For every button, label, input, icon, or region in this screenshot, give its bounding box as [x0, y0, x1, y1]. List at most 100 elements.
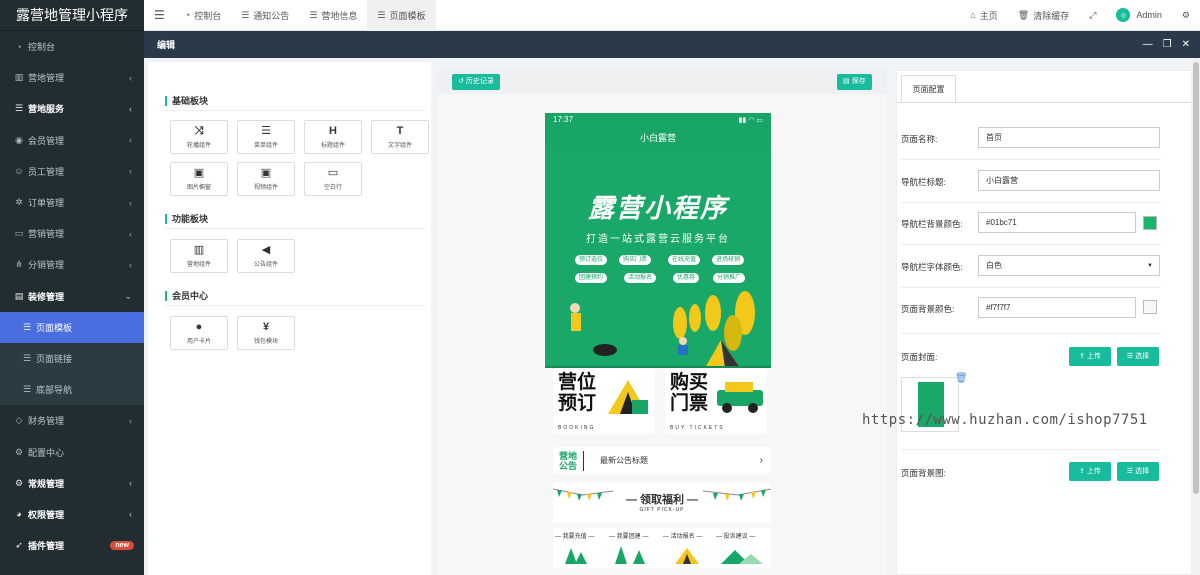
sidebar-item[interactable]: ▥ 营地管理 ‹: [0, 62, 144, 93]
page-bg-value: #f7f7f7: [986, 303, 1011, 312]
sidebar-item[interactable]: ☰ 页面模板: [0, 311, 144, 343]
tab-camp-info[interactable]: ☰ 营地信息: [299, 0, 367, 31]
sidebar-item[interactable]: ◔ 控制台: [0, 31, 144, 62]
tab-page-config[interactable]: 页面配置: [901, 75, 956, 103]
gift-banner[interactable]: — 领取福利 — GIFT PICK-UP: [553, 483, 771, 523]
sidebar-item[interactable]: ✲ 订单管理 ‹: [0, 187, 144, 218]
sidebar-menu: ◔ 控制台 ▥ 营地管理 ‹ ☰ 营地服务 ‹ ◉ 会员管理 ‹ ☺ 员工管理 ‹ ✲ 订单管理 ‹ ▭ 营销管理 ‹…: [0, 31, 144, 561]
sidebar-item-label: 装修管理: [28, 291, 65, 302]
component-icon: ●: [195, 321, 203, 333]
component-tile[interactable]: T 文字组件: [371, 120, 429, 154]
phone-preview: 17:37 ▮▮ ◠ ▭ 小白露营 露营小程序 打造一站式露营云服务平台 预订选…: [545, 113, 771, 575]
tab-page-template[interactable]: ☰ 页面模板: [367, 0, 436, 31]
sidebar-item-label: 权限管理: [28, 509, 65, 520]
entry-recharge[interactable]: — 我要充值 —: [555, 531, 594, 540]
entry-team[interactable]: — 我要团建 —: [609, 531, 648, 540]
component-tile[interactable]: ▣ 图片橱窗: [170, 162, 228, 196]
hamburger-icon: ☰: [154, 8, 165, 22]
tab-label: 控制台: [194, 10, 222, 21]
page-bg-color-picker[interactable]: [1143, 300, 1157, 314]
sidebar-item[interactable]: ☺ 员工管理 ‹: [0, 156, 144, 187]
sidebar-item[interactable]: ☰ 营地服务 ‹: [0, 93, 144, 124]
home-button[interactable]: ⌂ 主页: [960, 0, 1007, 31]
trash-icon[interactable]: 🗑: [955, 373, 968, 384]
sidebar-item[interactable]: ▤ 装修管理 ⌄: [0, 281, 144, 312]
bg-upload-button[interactable]: ⇪ 上传: [1069, 462, 1111, 481]
component-tile[interactable]: ¥ 钱包模块: [237, 316, 295, 350]
topbar: ☰ ◔ 控制台 ☰ 通知公告 ☰ 营地信息 ☰ 页面模板 ⌂ 主页 🗑 清除缓存 ⤢ ◎ Ad…: [144, 0, 1200, 31]
sidebar-item-label: 插件管理: [28, 541, 65, 552]
component-tile[interactable]: ◀ 公告组件: [237, 239, 295, 273]
list-icon: ☰: [377, 9, 386, 20]
component-tile[interactable]: ⤨ 轮播组件: [170, 120, 228, 154]
banner[interactable]: 露营小程序 打造一站式露营云服务平台 预订选位 购买门票 在线充值 进场核销 团建预约活…: [545, 148, 771, 368]
menu-toggle-button[interactable]: ☰: [144, 0, 175, 31]
notice-bar[interactable]: 营地 公告 最新公告标题 ›: [553, 447, 771, 474]
sidebar-item[interactable]: ⚙ 常规管理 ‹: [0, 468, 144, 499]
expand-icon: ⤢: [1089, 9, 1097, 20]
entry-activity[interactable]: — 活动报名 —: [663, 531, 702, 540]
sidebar-item-label: 常规管理: [28, 478, 65, 489]
nav-font-label: 导航栏字体颜色:: [901, 262, 963, 272]
component-tile[interactable]: ☰ 菜单组件: [237, 120, 295, 154]
chevron-left-icon: ‹: [129, 509, 132, 520]
fullscreen-button[interactable]: ⤢: [1079, 0, 1106, 31]
sidebar-item[interactable]: ⚙ 配置中心: [0, 436, 144, 467]
sidebar-item-label: 页面链接: [36, 353, 73, 364]
scrollbar-thumb[interactable]: [1193, 62, 1199, 494]
quick-entries: — 我要充值 — — 我要团建 — — 活动报名 — — 投诉建议 —: [553, 528, 771, 568]
ticket-card[interactable]: 购买 门票 BUY TICKETS: [665, 368, 767, 434]
sidebar-item[interactable]: ◉ 会员管理 ‹: [0, 125, 144, 156]
sidebar-item[interactable]: ◇ 财务管理 ‹: [0, 405, 144, 436]
sidebar-item[interactable]: ☰ 页面链接: [0, 342, 144, 375]
clear-cache-button[interactable]: 🗑 清除缓存: [1008, 0, 1079, 31]
component-label: 轮播组件: [186, 143, 211, 149]
sidebar-item-label: 页面模板: [36, 322, 73, 333]
history-button[interactable]: ↺ 历史记录: [452, 74, 500, 90]
bg-choose-button[interactable]: ☰ 选择: [1117, 462, 1159, 481]
page-name-input[interactable]: 首页: [978, 127, 1160, 148]
entry-feedback[interactable]: — 投诉建议 —: [716, 531, 755, 540]
settings-button[interactable]: ⚙: [1172, 0, 1200, 31]
component-tile[interactable]: ▥ 营地组件: [170, 239, 228, 273]
component-label: 图片橱窗: [186, 185, 211, 191]
cover-upload-button[interactable]: ⇪ 上传: [1069, 347, 1111, 366]
group-icon: ◕: [16, 509, 22, 520]
tab-dashboard[interactable]: ◔ 控制台: [175, 0, 231, 31]
component-label: 公告组件: [253, 262, 278, 268]
gift-subtitle: GIFT PICK-UP: [639, 507, 685, 513]
phone-nav-bar[interactable]: 小白露营: [545, 126, 771, 148]
maximize-icon[interactable]: ❐: [1163, 39, 1172, 50]
bg-image-label: 页面背景图:: [901, 468, 946, 478]
nav-font-select[interactable]: 白色 ▼: [978, 255, 1160, 276]
close-icon[interactable]: ✕: [1182, 39, 1190, 50]
sidebar-item[interactable]: ☰ 底部导航: [0, 374, 144, 406]
sidebar-item[interactable]: ◕ 权限管理 ‹: [0, 499, 144, 530]
component-tile[interactable]: ▣ 视频组件: [237, 162, 295, 196]
cover-choose-button[interactable]: ☰ 选择: [1117, 347, 1159, 366]
component-icon: ◀: [261, 244, 271, 256]
component-tile[interactable]: H 标题组件: [304, 120, 362, 154]
admin-menu[interactable]: ◎ Admin: [1106, 0, 1172, 31]
booking-title: 营位 预订: [558, 372, 597, 414]
sidebar-item[interactable]: ▭ 营销管理 ‹: [0, 218, 144, 249]
ticket-subtitle: BUY TICKETS: [670, 425, 725, 431]
tab-notices[interactable]: ☰ 通知公告: [231, 0, 299, 31]
preview-toolbar: [438, 71, 887, 94]
list-icon: ☰: [22, 352, 32, 363]
component-icon: ▣: [260, 167, 272, 179]
save-label: 保存: [851, 78, 866, 85]
booking-card[interactable]: 营位 预订 BOOKING: [553, 368, 655, 434]
nav-bg-color-picker[interactable]: [1143, 216, 1157, 230]
nav-title-input[interactable]: 小白露营: [978, 170, 1160, 191]
component-tile[interactable]: ● 用户卡片: [170, 316, 228, 350]
page-bg-input[interactable]: #f7f7f7: [978, 297, 1136, 318]
minimize-icon[interactable]: —: [1143, 39, 1153, 50]
nav-bg-input[interactable]: #01bc71: [978, 212, 1136, 233]
save-button[interactable]: ▤ 保存: [837, 74, 872, 90]
nav-bg-label: 导航栏背景颜色:: [901, 219, 963, 229]
choose-label: 选择: [1135, 468, 1150, 475]
sidebar-item[interactable]: ⋔ 分销管理 ‹: [0, 249, 144, 280]
component-tile[interactable]: ▭ 空白行: [304, 162, 362, 196]
sidebar-item[interactable]: ➶ 插件管理 new: [0, 530, 144, 561]
